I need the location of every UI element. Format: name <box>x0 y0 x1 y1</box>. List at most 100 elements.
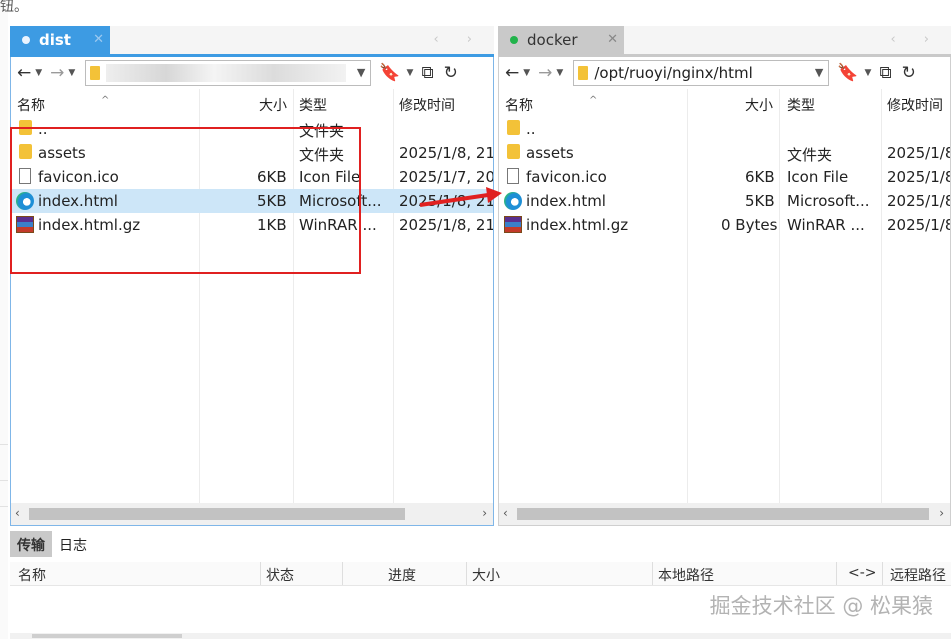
tab-label: dist <box>39 31 71 49</box>
file-row[interactable]: .. <box>499 117 950 141</box>
scroll-left-icon[interactable]: ‹ <box>503 506 508 520</box>
file-modified: 2025/1/8 <box>887 168 950 186</box>
forward-button[interactable]: → ▼ <box>538 63 571 83</box>
remote-file-list: 名称 ^ 大小 类型 修改时间 .. assets 文件夹 2025/1/8 f… <box>499 89 950 503</box>
folder-icon <box>90 66 101 80</box>
tab-docker[interactable]: docker ✕ <box>498 26 624 54</box>
remote-pane: docker ✕ ‹ › ← ▼ → ▼ /opt/ruoyi/nginx/html… <box>498 26 951 526</box>
tab-close-icon[interactable]: ✕ <box>607 32 618 47</box>
scroll-thumb[interactable] <box>32 634 182 638</box>
chevron-down-icon: ▼ <box>68 68 76 78</box>
file-row[interactable]: index.html 5KB Microsoft... 2025/1/8 <box>499 189 950 213</box>
bookmark-icon[interactable]: 🔖 <box>837 63 858 83</box>
chevron-down-icon[interactable]: ▼ <box>357 66 365 79</box>
file-modified: 2025/1/8 <box>887 216 950 234</box>
back-button[interactable]: ← ▼ <box>17 63 50 83</box>
column-header: 名称 ^ 大小 类型 修改时间 <box>11 89 493 117</box>
scroll-left-icon[interactable]: ‹ <box>15 506 20 520</box>
column-name[interactable]: 名称 <box>505 95 533 115</box>
local-horizontal-scrollbar[interactable]: ‹ › <box>11 503 493 525</box>
tab-scroll-arrows[interactable]: ‹ › <box>890 32 941 47</box>
file-modified: 2025/1/8 <box>887 144 950 162</box>
tab-log[interactable]: 日志 <box>52 531 94 557</box>
watermark: 掘金技术社区 @ 松果猿 <box>709 594 933 618</box>
transfer-column-header: 名称 状态 进度 大小 本地路径 <-> 远程路径 <box>10 562 951 586</box>
column-modified[interactable]: 修改时间 <box>399 95 455 115</box>
scroll-right-icon[interactable]: › <box>939 506 944 520</box>
file-type: Microsoft... <box>787 192 870 210</box>
tab-label: docker <box>527 31 578 49</box>
tab-scroll-arrows[interactable]: ‹ › <box>433 32 484 47</box>
column-name[interactable]: 名称 <box>18 565 46 585</box>
forward-arrow-icon: → <box>538 63 553 83</box>
file-size: 0 Bytes <box>721 216 778 234</box>
file-row[interactable]: index.html.gz 0 Bytes WinRAR ... 2025/1/… <box>499 213 950 237</box>
scroll-thumb[interactable] <box>29 508 405 520</box>
column-size[interactable]: 大小 <box>472 565 500 585</box>
chevron-down-icon[interactable]: ▼ <box>407 68 414 78</box>
column-direction[interactable]: <-> <box>848 565 877 581</box>
column-type[interactable]: 类型 <box>299 95 327 115</box>
annotation-arrow-icon <box>419 187 502 207</box>
column-name[interactable]: 名称 <box>17 95 45 115</box>
chevron-down-icon[interactable]: ▼ <box>815 66 823 79</box>
back-button[interactable]: ← ▼ <box>505 63 538 83</box>
chevron-down-icon: ▼ <box>523 68 531 78</box>
column-size[interactable]: 大小 <box>745 95 773 115</box>
folder-icon <box>507 120 520 135</box>
file-modified: 2025/1/8 <box>887 192 950 210</box>
file-name: .. <box>526 120 536 138</box>
file-type: 文件夹 <box>787 146 833 164</box>
file-icon <box>507 168 519 184</box>
column-local-path[interactable]: 本地路径 <box>658 565 714 585</box>
column-size[interactable]: 大小 <box>259 95 287 115</box>
column-modified[interactable]: 修改时间 <box>887 95 943 115</box>
column-status[interactable]: 状态 <box>266 565 294 585</box>
local-tabstrip: dist ✕ ‹ › <box>10 26 494 54</box>
tab-close-icon[interactable]: ✕ <box>93 32 104 47</box>
file-type: WinRAR ... <box>787 216 865 234</box>
remote-path-input[interactable]: /opt/ruoyi/nginx/html ▼ <box>573 60 830 86</box>
remote-toolbar: ← ▼ → ▼ /opt/ruoyi/nginx/html ▼ 🔖 ▼ ⧉ ↻ <box>499 57 950 89</box>
back-arrow-icon: ← <box>505 63 520 83</box>
tab-dist[interactable]: dist ✕ <box>10 26 110 54</box>
redacted-path <box>106 64 347 82</box>
forward-arrow-icon: → <box>50 63 65 83</box>
path-text: /opt/ruoyi/nginx/html <box>594 64 753 82</box>
column-remote-path[interactable]: 远程路径 <box>890 565 946 585</box>
file-size: 6KB <box>745 168 775 186</box>
local-path-input[interactable]: ▼ <box>85 60 372 86</box>
file-row[interactable]: favicon.ico 6KB Icon File 2025/1/8 <box>499 165 950 189</box>
new-folder-icon[interactable]: ⧉ <box>421 63 433 83</box>
remote-horizontal-scrollbar[interactable]: ‹ › <box>499 503 950 525</box>
remote-tabstrip: docker ✕ ‹ › <box>498 26 951 54</box>
session-dot-icon <box>22 36 30 44</box>
scroll-thumb[interactable] <box>517 508 929 520</box>
new-folder-icon[interactable]: ⧉ <box>879 63 891 83</box>
top-note-text: 钮。 <box>0 0 28 15</box>
local-pane: dist ✕ ‹ › ← ▼ → ▼ ▼ 🔖 ▼ ⧉ ↻ 名称 ^ 大小 类型 … <box>10 26 494 526</box>
local-toolbar: ← ▼ → ▼ ▼ 🔖 ▼ ⧉ ↻ <box>11 57 493 89</box>
bookmark-icon[interactable]: 🔖 <box>379 63 400 83</box>
file-type: Icon File <box>787 168 849 186</box>
folder-icon <box>578 66 589 80</box>
winrar-icon <box>504 216 522 233</box>
file-name: favicon.ico <box>526 168 607 186</box>
column-type[interactable]: 类型 <box>787 95 815 115</box>
chevron-down-icon[interactable]: ▼ <box>865 68 872 78</box>
annotation-highlight-box <box>10 127 361 274</box>
file-row[interactable]: assets 文件夹 2025/1/8 <box>499 141 950 165</box>
forward-button[interactable]: → ▼ <box>50 63 83 83</box>
bottom-tabs: 传输 日志 <box>10 531 94 557</box>
file-name: index.html.gz <box>526 216 629 234</box>
transfer-horizontal-scrollbar[interactable] <box>10 633 951 639</box>
refresh-icon[interactable]: ↻ <box>444 63 458 83</box>
column-progress[interactable]: 进度 <box>388 565 416 585</box>
refresh-icon[interactable]: ↻ <box>902 63 916 83</box>
left-gutter <box>0 0 8 639</box>
tab-transfer[interactable]: 传输 <box>10 531 52 557</box>
scroll-right-icon[interactable]: › <box>482 506 487 520</box>
sort-ascending-icon: ^ <box>101 95 110 106</box>
remote-pane-body: ← ▼ → ▼ /opt/ruoyi/nginx/html ▼ 🔖 ▼ ⧉ ↻ 名称… <box>498 57 951 526</box>
connected-dot-icon <box>510 36 518 44</box>
